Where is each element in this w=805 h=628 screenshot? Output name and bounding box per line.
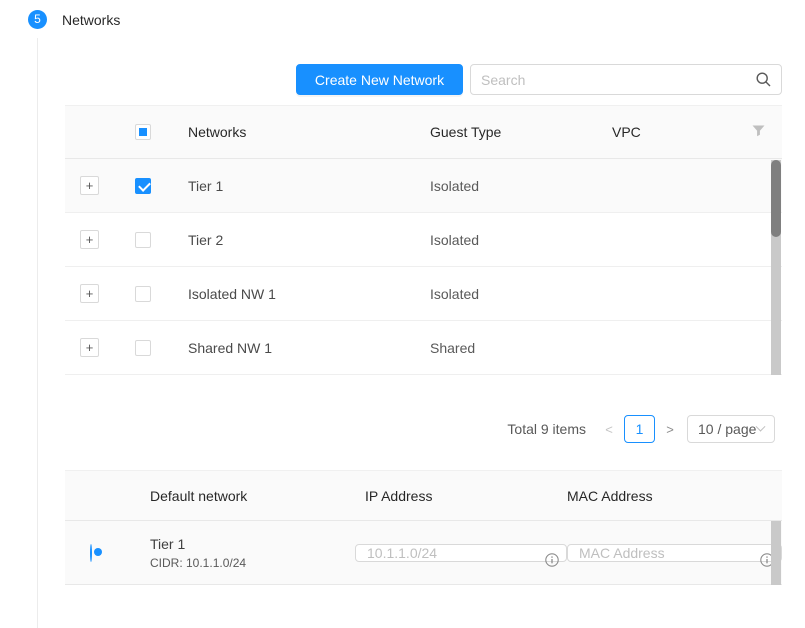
network-guest-type: Shared — [430, 340, 612, 356]
network-name: Isolated NW 1 — [188, 286, 430, 302]
network-guest-type: Isolated — [430, 232, 612, 248]
ip-address-field-wrap — [355, 545, 567, 561]
ip-address-input[interactable] — [355, 544, 567, 562]
default-network-row: Tier 1 CIDR: 10.1.1.0/24 — [65, 521, 782, 585]
mac-address-input[interactable] — [567, 544, 782, 562]
row-checkbox[interactable] — [135, 340, 151, 356]
default-network-table: Default network IP Address MAC Address T… — [65, 470, 782, 585]
step-connector-line — [37, 38, 38, 628]
network-row: + Shared NW 1 Shared — [65, 321, 782, 375]
step-title: Networks — [62, 12, 120, 28]
network-row: + Tier 2 Isolated — [65, 213, 782, 267]
column-header-guest-type: Guest Type — [430, 124, 612, 140]
default-network-cidr: CIDR: 10.1.1.0/24 — [150, 555, 355, 571]
column-header-networks: Networks — [188, 124, 430, 140]
default-network-table-scrollbar[interactable] — [771, 521, 781, 585]
pagination-next-icon[interactable]: > — [661, 422, 679, 437]
column-header-mac-address: MAC Address — [567, 488, 782, 504]
search-input[interactable] — [481, 72, 756, 88]
networks-table-scrollbar[interactable] — [771, 160, 781, 375]
column-header-vpc: VPC — [612, 124, 740, 140]
expand-row-button[interactable]: + — [80, 176, 99, 195]
network-name: Tier 2 — [188, 232, 430, 248]
pagination: Total 9 items < 1 > 10 / page — [507, 415, 775, 443]
row-checkbox[interactable] — [135, 286, 151, 302]
expand-row-button[interactable]: + — [80, 230, 99, 249]
page-size-value: 10 / page — [698, 421, 756, 437]
networks-table-header: Networks Guest Type VPC — [65, 105, 782, 159]
pagination-prev-icon[interactable]: < — [600, 422, 618, 437]
search-box[interactable] — [470, 64, 782, 95]
step-number-badge: 5 — [28, 10, 47, 29]
network-row: + Tier 1 Isolated — [65, 159, 782, 213]
row-checkbox[interactable] — [135, 178, 151, 194]
network-name: Tier 1 — [188, 178, 430, 194]
page-size-select[interactable]: 10 / page — [687, 415, 775, 443]
pagination-page-1[interactable]: 1 — [624, 415, 655, 443]
network-row: + Isolated NW 1 Isolated — [65, 267, 782, 321]
column-header-ip-address: IP Address — [355, 488, 567, 504]
expand-row-button[interactable]: + — [80, 338, 99, 357]
search-icon[interactable] — [756, 72, 771, 87]
networks-table: Networks Guest Type VPC + Tier 1 Isolate… — [65, 105, 782, 375]
default-network-radio[interactable] — [90, 544, 92, 562]
select-all-checkbox[interactable] — [135, 124, 151, 140]
chevron-down-icon — [756, 421, 766, 431]
scrollbar-thumb[interactable] — [771, 160, 781, 237]
network-name: Shared NW 1 — [188, 340, 430, 356]
network-guest-type: Isolated — [430, 178, 612, 194]
expand-row-button[interactable]: + — [80, 284, 99, 303]
filter-icon[interactable] — [752, 125, 765, 137]
create-new-network-button[interactable]: Create New Network — [296, 64, 463, 95]
info-icon[interactable] — [545, 553, 559, 567]
deploy-wizard-networks-step: 5 Networks Create New Network Networks G… — [0, 0, 805, 628]
network-guest-type: Isolated — [430, 286, 612, 302]
default-network-name: Tier 1 — [150, 535, 355, 553]
row-checkbox[interactable] — [135, 232, 151, 248]
pagination-total: Total 9 items — [507, 421, 586, 437]
mac-address-field-wrap — [567, 545, 782, 561]
column-header-default-network: Default network — [140, 488, 355, 504]
default-network-table-header: Default network IP Address MAC Address — [65, 470, 782, 521]
